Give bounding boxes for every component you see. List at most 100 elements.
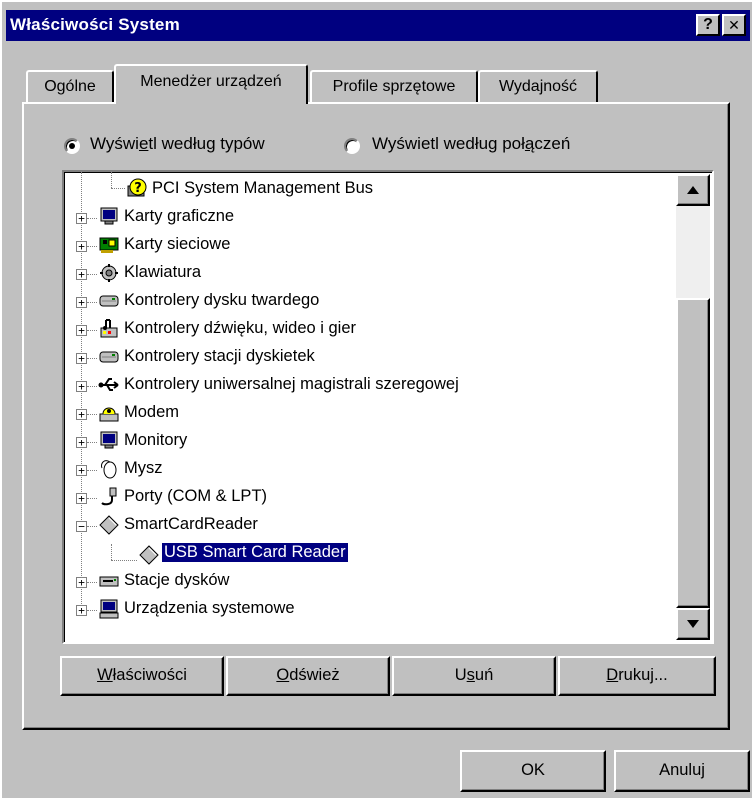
expand-icon[interactable]: + — [76, 605, 87, 616]
svg-text:?: ? — [134, 181, 142, 196]
tab-device-manager[interactable]: Menedżer urządzeń — [114, 64, 308, 104]
expand-icon[interactable]: + — [76, 437, 87, 448]
arrow-down-icon — [687, 620, 699, 628]
tree-item-label: Mysz — [124, 459, 163, 477]
cancel-button[interactable]: Anuluj — [614, 750, 750, 792]
tree-connector — [87, 246, 97, 247]
tree-item-label: Modem — [124, 403, 180, 421]
tree-item-smartcard-reader-group[interactable]: − SmartCardReader — [64, 512, 676, 540]
expand-icon[interactable]: + — [76, 297, 87, 308]
floppy-controller-icon — [99, 351, 119, 363]
close-button[interactable]: ✕ — [722, 14, 746, 36]
tree-item-network-cards[interactable]: + Karty sieciowe — [64, 232, 676, 260]
expand-icon[interactable]: + — [76, 213, 87, 224]
tree-connector — [87, 302, 97, 303]
tab-performance[interactable]: Wydajność — [478, 70, 598, 104]
tree-item-usb-controllers[interactable]: + Kontrolery uniwersalnej magistrali sze… — [64, 372, 676, 400]
display-adapter-icon — [100, 207, 118, 225]
disk-drive-icon — [99, 576, 119, 587]
help-button[interactable]: ? — [696, 14, 720, 36]
remove-button[interactable]: Usuń — [392, 656, 556, 696]
expand-icon[interactable]: + — [76, 269, 87, 280]
tab-hardware-profiles[interactable]: Profile sprzętowe — [310, 70, 478, 104]
tree-item-label: SmartCardReader — [124, 515, 258, 533]
expand-icon[interactable]: + — [76, 409, 87, 420]
diamond-device-icon — [99, 515, 119, 535]
scroll-up-button[interactable] — [676, 174, 710, 206]
tree-item-disk-drives[interactable]: + Stacje dysków — [64, 568, 676, 596]
tree-item-mouse[interactable]: + Mysz — [64, 456, 676, 484]
properties-button[interactable]: Właściwości — [60, 656, 224, 696]
title-bar[interactable]: Właściwości System ? ✕ — [6, 10, 750, 41]
collapse-icon[interactable]: − — [76, 521, 87, 532]
tree-item-label: Kontrolery dźwięku, wideo i gier — [124, 319, 357, 337]
radio-view-by-type[interactable]: Wyświetl według typów — [60, 134, 310, 158]
sound-icon — [100, 319, 118, 338]
tab-performance-label: Wydajność — [498, 78, 578, 95]
tree-item-display-adapters[interactable]: + Karty graficzne — [64, 204, 676, 232]
tab-general[interactable]: Ogólne — [26, 70, 114, 104]
tree-connector — [87, 470, 97, 471]
network-card-icon — [99, 237, 119, 253]
tab-hardware-profiles-label: Profile sprzętowe — [332, 78, 456, 95]
modem-icon — [99, 407, 119, 422]
tree-item-sound-controllers[interactable]: + Kontrolery dźwięku, wideo i gier — [64, 316, 676, 344]
expand-icon[interactable]: + — [76, 381, 87, 392]
tree-item-floppy-controllers[interactable]: + Kontrolery stacji dyskietek — [64, 344, 676, 372]
tree-connector — [87, 218, 97, 219]
tree-item-label: Kontrolery uniwersalnej magistrali szere… — [124, 375, 459, 393]
tree-item-system-devices[interactable]: + Urządzenia systemowe — [64, 596, 676, 624]
scroll-down-button[interactable] — [676, 608, 710, 640]
radio-by-connection-indicator[interactable] — [344, 138, 360, 154]
tree-item-monitors[interactable]: + Monitory — [64, 428, 676, 456]
system-device-icon — [99, 599, 119, 619]
print-button[interactable]: Drukuj... — [558, 656, 716, 696]
radio-view-by-connection[interactable]: Wyświetl według połączeń — [340, 134, 640, 158]
tab-general-label: Ogólne — [44, 78, 96, 95]
tree-connector — [87, 582, 97, 583]
scroll-thumb[interactable] — [676, 298, 710, 608]
expand-icon[interactable]: + — [76, 577, 87, 588]
mouse-icon — [101, 460, 117, 479]
diamond-device-icon — [139, 545, 159, 565]
vertical-scrollbar[interactable] — [676, 174, 710, 640]
tree-item-label: PCI System Management Bus — [152, 179, 374, 197]
tree-item-keyboard[interactable]: + Klawiatura — [64, 260, 676, 288]
radio-by-type-label: Wyświetl według typów — [90, 134, 265, 153]
tree-item-modem[interactable]: + Modem — [64, 400, 676, 428]
tree-item-usb-smart-card-reader[interactable]: USB Smart Card Reader — [64, 540, 676, 568]
tab-device-manager-label: Menedżer urządzeń — [140, 73, 282, 90]
radio-by-type-indicator[interactable] — [64, 138, 80, 154]
tree-connector — [87, 386, 97, 387]
tree-connector — [87, 330, 97, 331]
port-icon — [101, 487, 117, 506]
tree-item-label: Klawiatura — [124, 263, 202, 281]
refresh-button[interactable]: Odśwież — [226, 656, 390, 696]
tree-connector — [87, 498, 97, 499]
tree-item-label: Urządzenia systemowe — [124, 599, 295, 617]
tree-item-hdd-controllers[interactable]: + Kontrolery dysku twardego — [64, 288, 676, 316]
tree-connector — [87, 442, 97, 443]
expand-icon[interactable]: + — [76, 465, 87, 476]
tree-item-label: Kontrolery stacji dyskietek — [124, 347, 315, 365]
tree-item-label: Kontrolery dysku twardego — [124, 291, 320, 309]
expand-icon[interactable]: + — [76, 241, 87, 252]
tree-connector — [87, 274, 97, 275]
usb-icon — [98, 378, 119, 391]
expand-icon[interactable]: + — [76, 493, 87, 504]
tree-item-pci-smbus[interactable]: ? PCI System Management Bus — [64, 176, 676, 204]
device-tree[interactable]: ? PCI System Management Bus + Karty graf… — [62, 170, 714, 644]
keyboard-icon — [100, 264, 118, 282]
tree-item-label: Karty graficzne — [124, 207, 235, 225]
tree-item-label: Karty sieciowe — [124, 235, 231, 253]
expand-icon[interactable]: + — [76, 325, 87, 336]
tree-connector — [87, 358, 97, 359]
tree-connector — [87, 526, 97, 527]
disk-controller-icon — [99, 295, 119, 307]
tree-item-label: Monitory — [124, 431, 188, 449]
monitor-icon — [100, 431, 118, 449]
arrow-up-icon — [687, 186, 699, 194]
tree-item-ports[interactable]: + Porty (COM & LPT) — [64, 484, 676, 512]
ok-button[interactable]: OK — [460, 750, 606, 792]
expand-icon[interactable]: + — [76, 353, 87, 364]
